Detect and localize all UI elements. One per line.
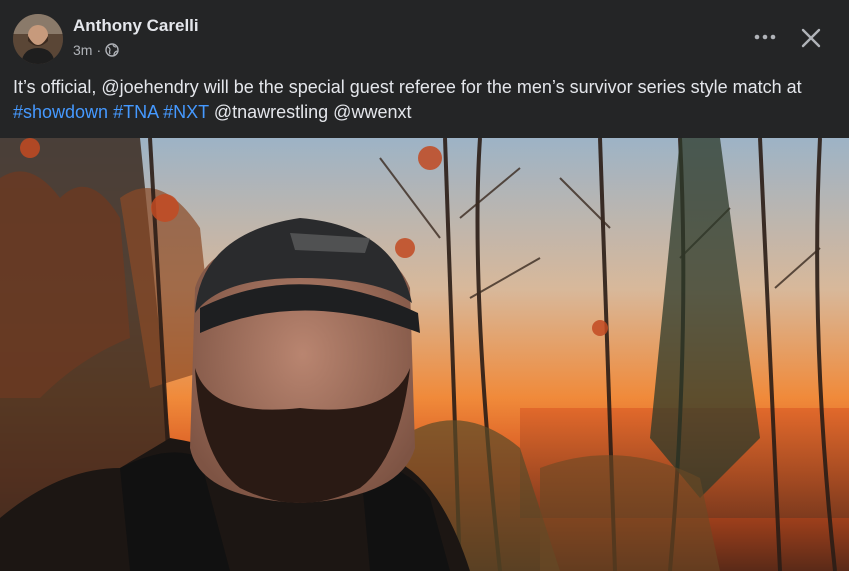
- post-text-middle: will be the special guest referee for th…: [198, 77, 802, 97]
- mention-wwenxt[interactable]: @wwenxt: [333, 102, 411, 122]
- mention-joehendry[interactable]: @joehendry: [101, 77, 198, 97]
- globe-icon[interactable]: [105, 43, 119, 57]
- avatar-image: [13, 14, 63, 64]
- hashtag-tna[interactable]: #TNA: [113, 102, 158, 122]
- mention-tnawrestling[interactable]: @tnawrestling: [214, 102, 328, 122]
- hashtag-nxt[interactable]: #NXT: [163, 102, 209, 122]
- post-text-intro: It’s official,: [13, 77, 102, 97]
- hashtag-showdown[interactable]: #showdown: [13, 102, 108, 122]
- video-frame: [0, 138, 849, 571]
- meta-separator: ·: [96, 42, 102, 58]
- post-video[interactable]: [0, 138, 849, 571]
- facebook-post: Anthony Carelli 3m · It’s official, @joe…: [0, 0, 849, 571]
- post-meta: 3m ·: [73, 42, 119, 58]
- more-options-button[interactable]: [747, 22, 783, 52]
- avatar[interactable]: [13, 14, 63, 64]
- post-text: It’s official, @joehendry will be the sp…: [13, 75, 841, 125]
- close-icon: [801, 28, 821, 48]
- author-name[interactable]: Anthony Carelli: [73, 16, 199, 36]
- timestamp[interactable]: 3m: [73, 42, 92, 58]
- close-button[interactable]: [793, 20, 829, 56]
- more-horizontal-icon: [754, 34, 776, 40]
